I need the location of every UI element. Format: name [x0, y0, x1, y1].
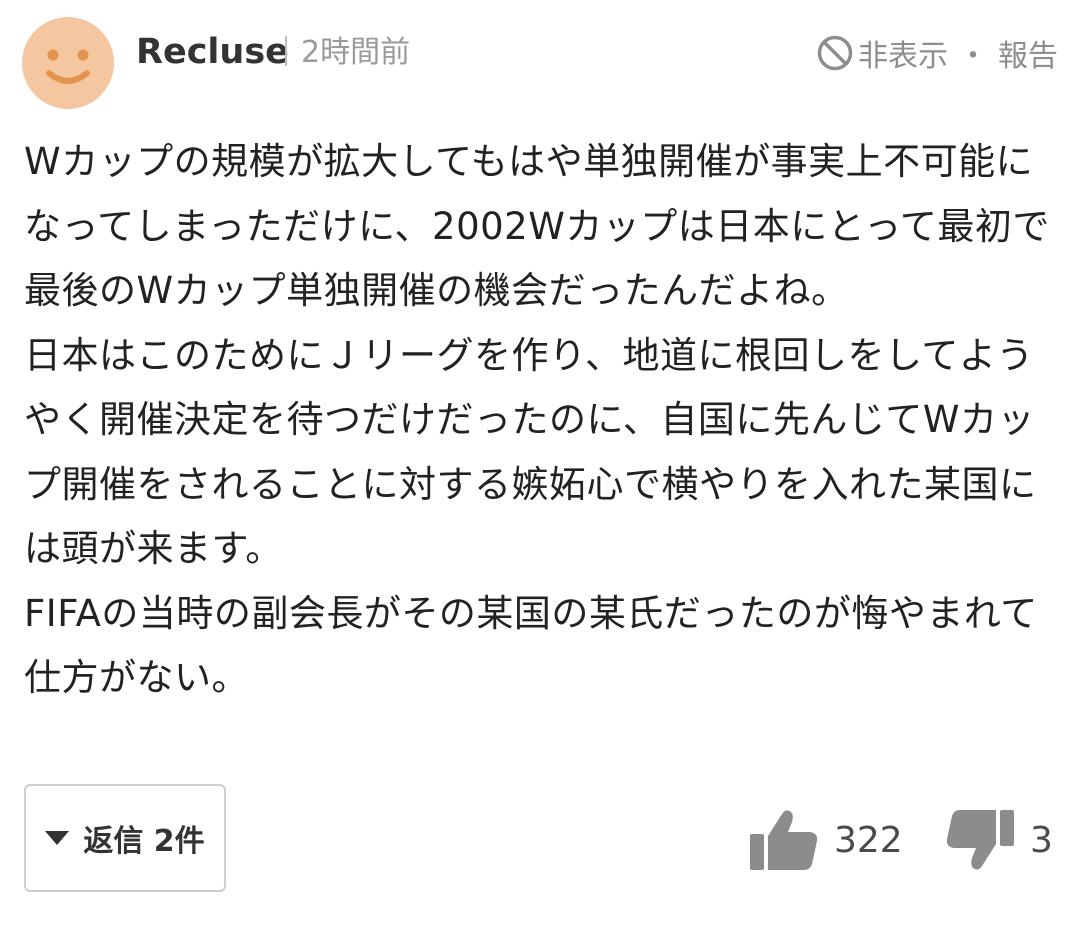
header-divider	[285, 36, 287, 66]
hide-report-menu: 非表示 ・ 報告	[816, 31, 1058, 75]
report-link[interactable]: 報告	[998, 31, 1058, 75]
comment-paragraph: Wカップの規模が拡大してもはや単独開催が事実上不可能になってしまっただけに、20…	[24, 140, 1050, 312]
comment-timestamp: 2時間前	[301, 35, 411, 70]
thumbs-down-icon	[946, 810, 1014, 870]
comment-text: Wカップの規模が拡大してもはや単独開催が事実上不可能になってしまっただけに、20…	[24, 130, 1054, 711]
comment-header: Recluse 2時間前 非表示 ・ 報告	[0, 0, 1080, 120]
replies-label: 返信 2件	[83, 824, 205, 859]
comment-paragraph: FIFAの当時の副会長がその某国の某氏だったのが悔やまれて仕方がない。	[24, 591, 1038, 700]
smiley-face-icon[interactable]	[22, 17, 114, 109]
caret-down-icon	[45, 831, 70, 845]
hide-link[interactable]: 非表示	[858, 31, 948, 75]
dislike-button[interactable]: 3	[944, 805, 1053, 875]
dislike-count: 3	[1030, 819, 1053, 861]
thumbs-up-icon	[750, 810, 818, 870]
comment-paragraph: 日本はこのためにＪリーグを作り、地道に根回しをしてようやく開催決定を待つだけだっ…	[24, 333, 1037, 571]
replies-toggle-button[interactable]: 返信 2件	[24, 784, 226, 892]
like-count: 322	[834, 819, 903, 861]
menu-separator: ・	[958, 39, 988, 74]
ban-icon	[817, 35, 853, 71]
like-button[interactable]: 322	[748, 805, 903, 875]
author-name[interactable]: Recluse	[136, 30, 289, 74]
